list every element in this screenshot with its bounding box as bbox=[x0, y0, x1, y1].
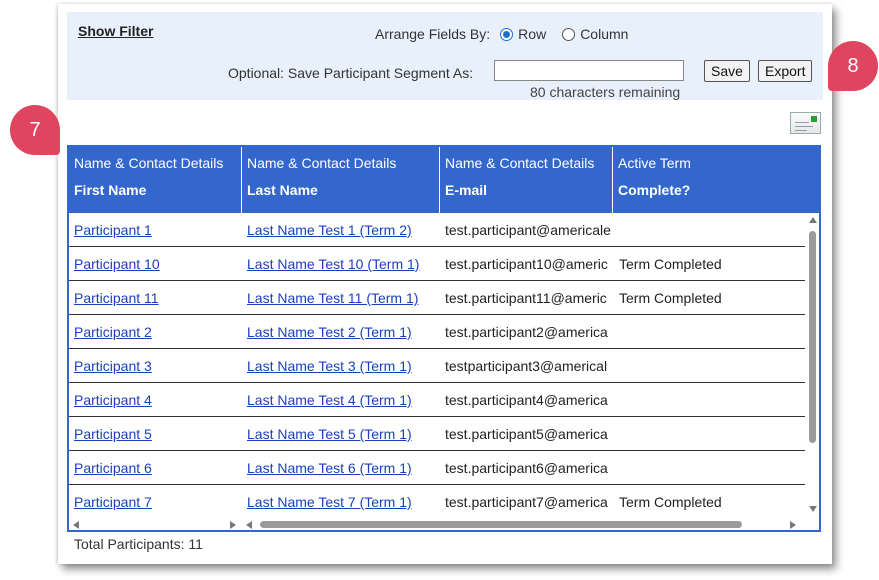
column-radio-label[interactable]: Column bbox=[580, 26, 628, 42]
last-name-link[interactable]: Last Name Test 4 (Term 1) bbox=[247, 392, 412, 408]
column-header-email[interactable]: Name & Contact Details E-mail bbox=[440, 147, 613, 213]
column-group-label: Name & Contact Details bbox=[247, 155, 397, 171]
first-name-link[interactable]: Participant 3 bbox=[74, 358, 152, 374]
first-name-link[interactable]: Participant 4 bbox=[74, 392, 152, 408]
scroll-right-icon[interactable] bbox=[230, 521, 236, 529]
column-header-first-name[interactable]: Name & Contact Details First Name bbox=[69, 147, 242, 213]
table-row: Participant 4 Last Name Test 4 (Term 1) … bbox=[69, 383, 805, 417]
column-field-label: Complete? bbox=[618, 182, 691, 198]
term-complete-cell bbox=[613, 383, 805, 417]
first-name-link[interactable]: Participant 2 bbox=[74, 324, 152, 340]
column-header-last-name[interactable]: Name & Contact Details Last Name bbox=[242, 147, 440, 213]
arrange-fields-label: Arrange Fields By: bbox=[375, 26, 491, 42]
callout-badge: 7 bbox=[10, 105, 60, 155]
email-cell: test.participant11@americ bbox=[445, 290, 607, 306]
vertical-scrollbar[interactable] bbox=[805, 213, 819, 516]
segment-label: Optional: Save Participant Segment As: bbox=[228, 65, 474, 81]
scroll-right-icon[interactable] bbox=[790, 521, 796, 529]
filter-bar: Show Filter Arrange Fields By: Row Colum… bbox=[67, 12, 823, 100]
scroll-down-icon[interactable] bbox=[809, 506, 817, 512]
last-name-link[interactable]: Last Name Test 1 (Term 2) bbox=[247, 222, 412, 238]
email-cell: test.participant10@americ bbox=[445, 256, 608, 272]
last-name-link[interactable]: Last Name Test 6 (Term 1) bbox=[247, 460, 412, 476]
column-group-label: Name & Contact Details bbox=[74, 155, 224, 171]
last-name-link[interactable]: Last Name Test 3 (Term 1) bbox=[247, 358, 412, 374]
characters-remaining: 80 characters remaining bbox=[530, 84, 681, 100]
email-cell: test.participant2@america bbox=[445, 324, 608, 340]
email-cell: test.participant5@america bbox=[445, 426, 608, 442]
term-complete-cell bbox=[613, 349, 805, 383]
email-cell: testparticipant3@americal bbox=[445, 358, 608, 374]
column-header-term-complete[interactable]: Active Term Complete? bbox=[613, 147, 819, 213]
save-button[interactable]: Save bbox=[704, 60, 750, 82]
table-row: Participant 3 Last Name Test 3 (Term 1) … bbox=[69, 349, 805, 383]
stamp-icon bbox=[811, 116, 817, 122]
vertical-scroll-thumb[interactable] bbox=[809, 231, 816, 443]
participants-table: Name & Contact Details First Name Name &… bbox=[67, 145, 821, 532]
term-complete-cell bbox=[613, 451, 805, 485]
last-name-link[interactable]: Last Name Test 2 (Term 1) bbox=[247, 324, 412, 340]
last-name-link[interactable]: Last Name Test 10 (Term 1) bbox=[247, 256, 419, 272]
first-name-link[interactable]: Participant 11 bbox=[74, 290, 159, 306]
email-cell: test.participant6@america bbox=[445, 460, 608, 476]
term-complete-cell: Term Completed bbox=[619, 290, 722, 306]
total-participants: Total Participants: 11 bbox=[74, 536, 203, 552]
column-group-label: Name & Contact Details bbox=[445, 155, 595, 171]
scroll-left-icon[interactable] bbox=[246, 521, 252, 529]
first-name-link[interactable]: Participant 10 bbox=[74, 256, 160, 272]
callout-badge: 8 bbox=[828, 41, 878, 91]
last-name-link[interactable]: Last Name Test 5 (Term 1) bbox=[247, 426, 412, 442]
table-row: Participant 10 Last Name Test 10 (Term 1… bbox=[69, 247, 805, 281]
show-filter-link[interactable]: Show Filter bbox=[78, 23, 153, 39]
table-row: Participant 5 Last Name Test 5 (Term 1) … bbox=[69, 417, 805, 451]
row-radio-label[interactable]: Row bbox=[518, 26, 546, 42]
segment-name-input[interactable] bbox=[494, 60, 684, 81]
first-name-link[interactable]: Participant 7 bbox=[74, 494, 152, 510]
email-cell: test.participant4@america bbox=[445, 392, 608, 408]
table-row: Participant 11 Last Name Test 11 (Term 1… bbox=[69, 281, 805, 315]
table-header: Name & Contact Details First Name Name &… bbox=[69, 147, 819, 213]
first-name-link[interactable]: Participant 1 bbox=[74, 222, 152, 238]
table-row: Participant 7 Last Name Test 7 (Term 1) … bbox=[69, 485, 805, 516]
scroll-left-icon[interactable] bbox=[73, 521, 79, 529]
export-file-icon[interactable] bbox=[790, 112, 821, 134]
email-cell: test.participant7@america bbox=[445, 494, 608, 510]
column-field-label: Last Name bbox=[247, 182, 318, 198]
term-complete-cell bbox=[613, 315, 805, 349]
scroll-up-icon[interactable] bbox=[809, 217, 817, 223]
last-name-link[interactable]: Last Name Test 7 (Term 1) bbox=[247, 494, 412, 510]
first-name-link[interactable]: Participant 6 bbox=[74, 460, 152, 476]
last-name-link[interactable]: Last Name Test 11 (Term 1) bbox=[247, 290, 418, 306]
column-field-label: E-mail bbox=[445, 182, 488, 198]
term-complete-cell: Term Completed bbox=[619, 494, 722, 510]
report-panel: Show Filter Arrange Fields By: Row Colum… bbox=[58, 4, 832, 564]
export-button[interactable]: Export bbox=[758, 60, 813, 82]
term-complete-cell: Term Completed bbox=[619, 256, 722, 272]
arrange-fields-group: Arrange Fields By: Row Column bbox=[375, 26, 628, 42]
first-name-link[interactable]: Participant 5 bbox=[74, 426, 152, 442]
table-row: Participant 2 Last Name Test 2 (Term 1) … bbox=[69, 315, 805, 349]
term-complete-cell bbox=[613, 213, 805, 247]
column-group-label: Active Term bbox=[618, 155, 691, 171]
table-row: Participant 6 Last Name Test 6 (Term 1) … bbox=[69, 451, 805, 485]
horizontal-scrollbar[interactable] bbox=[242, 516, 805, 530]
table-body: Participant 1 Last Name Test 1 (Term 2) … bbox=[69, 213, 805, 516]
column-radio[interactable] bbox=[562, 27, 576, 41]
row-radio[interactable] bbox=[500, 27, 514, 41]
table-row: Participant 1 Last Name Test 1 (Term 2) … bbox=[69, 213, 805, 247]
email-cell: test.participant@americale bbox=[445, 222, 611, 238]
term-complete-cell bbox=[613, 417, 805, 451]
frozen-horizontal-scrollbar[interactable] bbox=[69, 516, 242, 530]
horizontal-scroll-thumb[interactable] bbox=[260, 521, 742, 528]
column-field-label: First Name bbox=[74, 182, 147, 198]
